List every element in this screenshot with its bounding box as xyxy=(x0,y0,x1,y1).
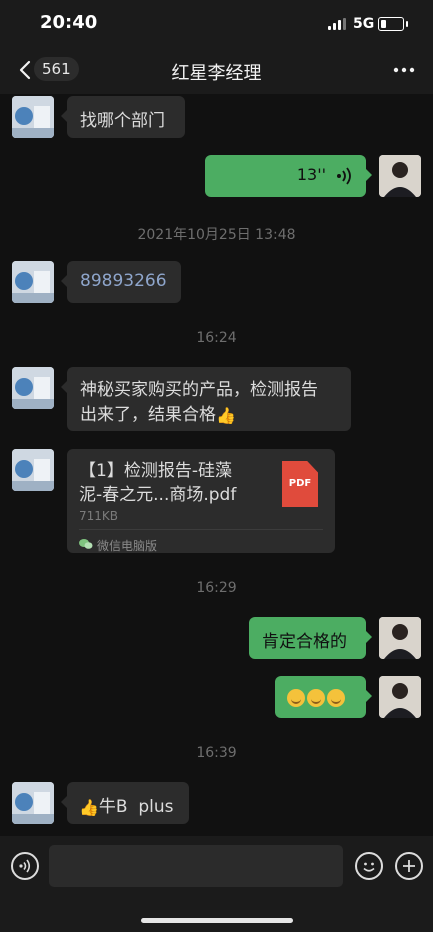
file-message-card[interactable]: 【1】检测报告-硅藻 泥-春之元...商场.pdf 711KB PDF 微信电脑… xyxy=(67,449,335,553)
network-type: 5G xyxy=(353,16,375,32)
emoji-message-bubble[interactable] xyxy=(275,676,372,718)
signal-icon xyxy=(328,18,346,30)
timestamp: 16:24 xyxy=(196,330,237,346)
emoji-button[interactable] xyxy=(355,852,383,880)
contact-avatar[interactable] xyxy=(12,782,54,824)
voice-input-button[interactable] xyxy=(11,852,39,880)
input-bar xyxy=(0,836,433,932)
my-avatar[interactable] xyxy=(379,155,421,197)
file-name: 【1】检测报告-硅藻 泥-春之元...商场.pdf xyxy=(79,461,237,505)
more-functions-button[interactable] xyxy=(395,852,423,880)
message-bubble[interactable]: 肯定合格的 xyxy=(249,617,372,659)
voice-message-bubble[interactable]: 13'' xyxy=(205,155,372,197)
battery-icon xyxy=(378,17,408,31)
face-emoji-icon xyxy=(287,689,305,707)
divider xyxy=(79,529,323,530)
voice-icon xyxy=(19,859,31,873)
plus-icon xyxy=(403,860,415,872)
more-options-icon[interactable] xyxy=(392,58,416,82)
contact-avatar[interactable] xyxy=(12,261,54,303)
smiley-icon xyxy=(363,862,375,872)
chat-header: 561 红星李经理 xyxy=(0,46,433,94)
clock: 20:40 xyxy=(40,12,98,33)
file-source: 微信电脑版 xyxy=(97,539,158,553)
chat-title: 红星李经理 xyxy=(171,63,262,84)
home-indicator xyxy=(141,918,293,923)
voice-wave-icon xyxy=(337,167,351,185)
face-emoji-icon xyxy=(307,689,325,707)
face-emoji-icon xyxy=(327,689,345,707)
file-size: 711KB xyxy=(79,509,119,523)
timestamp: 2021年10月25日 13:48 xyxy=(137,227,296,243)
message-bubble[interactable]: 神秘买家购买的产品，检测报告 出来了，结果合格👍 xyxy=(61,367,351,431)
thumbs-up-emoji-icon: 👍 xyxy=(79,798,99,817)
message-input[interactable] xyxy=(49,845,343,887)
thumbs-up-emoji-icon: 👍 xyxy=(216,406,236,425)
voice-duration: 13'' xyxy=(296,165,326,184)
contact-avatar[interactable] xyxy=(12,96,54,138)
my-avatar[interactable] xyxy=(379,676,421,718)
phone-number-link[interactable]: 89893266 xyxy=(80,271,167,291)
wechat-icon xyxy=(79,539,93,549)
contact-avatar[interactable] xyxy=(12,449,54,491)
status-bar: 20:40 5G xyxy=(0,0,433,46)
message-bubble[interactable]: 89893266 xyxy=(61,261,181,303)
message-bubble[interactable]: 找哪个部门 xyxy=(61,96,185,138)
pdf-file-icon: PDF xyxy=(282,461,318,507)
timestamp: 16:29 xyxy=(196,580,237,596)
my-avatar[interactable] xyxy=(379,617,421,659)
timestamp: 16:39 xyxy=(196,745,237,761)
contact-avatar[interactable] xyxy=(12,367,54,409)
message-bubble[interactable]: 👍牛B plus xyxy=(61,782,189,824)
